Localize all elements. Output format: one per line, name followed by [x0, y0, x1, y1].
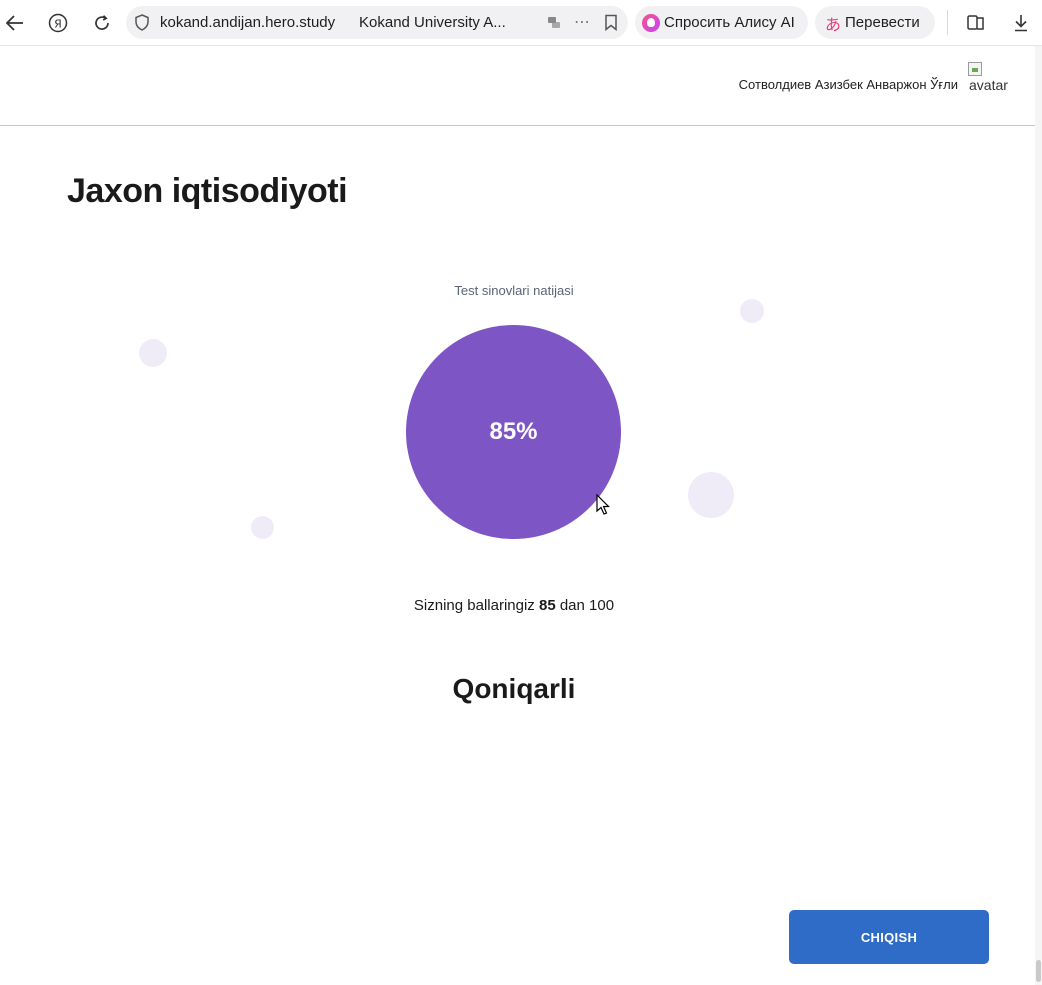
grade-label: Qoniqarli — [452, 673, 576, 704]
avatar[interactable]: avatar — [968, 62, 1014, 96]
page-title: Jaxon iqtisodiyoti — [67, 172, 348, 210]
scrollbar-thumb[interactable] — [1036, 960, 1041, 982]
exit-button[interactable]: CHIQISH — [789, 910, 989, 964]
more-options-icon[interactable]: ⋯ — [574, 12, 591, 32]
toolbar-divider — [947, 10, 948, 35]
browser-toolbar: Я kokand.andijan.hero.study Kokand Unive… — [0, 0, 1042, 46]
download-icon[interactable] — [1007, 9, 1035, 37]
translate-button[interactable]: あ Перевести — [815, 6, 935, 39]
scrollbar[interactable] — [1035, 46, 1042, 985]
ask-alice-button[interactable]: Спросить Алису AI — [635, 6, 808, 39]
bookmark-icon[interactable] — [604, 14, 618, 36]
score-pie-chart: 85% — [406, 325, 621, 539]
alice-icon — [642, 13, 660, 32]
back-arrow-icon[interactable] — [1, 9, 29, 37]
url-text[interactable]: kokand.andijan.hero.study — [160, 14, 335, 31]
yandex-icon[interactable]: Я — [44, 9, 72, 37]
tabs-collections-icon[interactable] — [962, 9, 990, 37]
score-summary: Sizning ballaringiz 85 dan 100 — [0, 597, 1028, 614]
score-max: 100 — [589, 597, 615, 614]
mouse-cursor-icon — [596, 493, 610, 521]
decor-bubble — [251, 516, 274, 539]
decor-bubble — [688, 472, 734, 518]
ask-alice-label: Спросить Алису AI — [664, 14, 795, 31]
reload-icon[interactable] — [88, 9, 116, 37]
shield-icon[interactable] — [134, 14, 150, 36]
score-middle: dan — [559, 597, 585, 614]
page-tab-title: Kokand University A... — [359, 14, 506, 31]
score-prefix: Sizning ballaringiz — [413, 597, 535, 614]
translate-icon: あ — [825, 16, 842, 34]
score-percent-label: 85% — [489, 418, 538, 445]
decor-bubble — [139, 339, 167, 367]
user-name[interactable]: Сотволдиев Азизбек Анваржон Ўғли — [739, 77, 958, 92]
avatar-alt-text: avatar — [969, 77, 1008, 93]
translate-label: Перевести — [845, 14, 920, 31]
decor-bubble — [740, 299, 764, 323]
yandex-glyph: Я — [54, 18, 62, 31]
reader-mode-icon[interactable] — [546, 14, 562, 35]
broken-image-icon — [968, 62, 982, 76]
score-value: 85 — [538, 597, 556, 614]
page-header: Сотволдиев Азизбек Анваржон Ўғли avatar — [0, 46, 1042, 126]
address-bar[interactable]: kokand.andijan.hero.study Kokand Univers… — [126, 6, 628, 39]
result-label: Test sinovlari natijasi — [454, 283, 574, 298]
